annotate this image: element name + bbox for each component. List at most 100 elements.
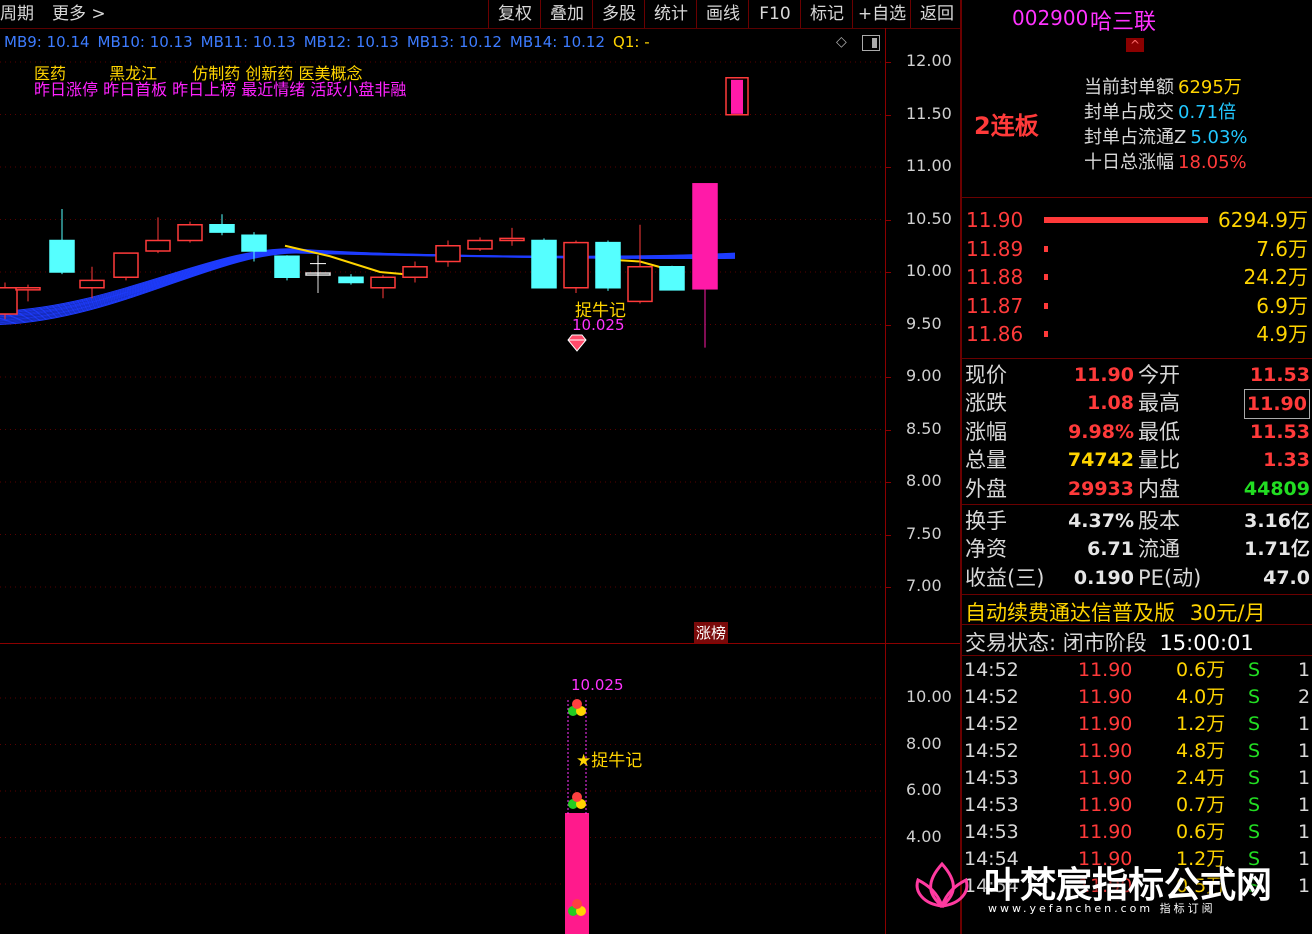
overlay-button[interactable]: 叠加 (540, 0, 593, 28)
quote-label: 量比 (1138, 448, 1180, 473)
quote-row: 外盘 29933 内盘 44809 (962, 475, 1312, 503)
mark-button[interactable]: 标记 (800, 0, 853, 28)
seal-stat-label: 封单占流通Z (1084, 127, 1187, 148)
price-tick (885, 272, 891, 273)
price-tick-label: 7.00 (906, 576, 942, 595)
quote-row: 涨幅 9.98% 最低 11.53 (962, 418, 1312, 446)
fund-label: 流通 (1138, 537, 1180, 562)
order-volume: 4.9万 (1256, 322, 1308, 346)
back-button[interactable]: 返回 (910, 0, 963, 28)
seal-stat-value: 6295万 (1178, 77, 1242, 98)
separator (962, 197, 1312, 198)
tick-side: S (1248, 659, 1261, 681)
fund-value: 3.16亿 (1244, 510, 1310, 532)
statistics-button[interactable]: 统计 (644, 0, 697, 28)
quote-value: 74742 (1067, 449, 1134, 472)
tick-volume: 4.0万 (1176, 686, 1226, 708)
quote-row: 现价 11.90 今开 11.53 (962, 361, 1312, 389)
price-tick (885, 377, 891, 378)
quote-label: 最低 (1138, 419, 1180, 444)
candle-body (402, 266, 428, 278)
tick-time: 14:52 (964, 740, 1019, 762)
tick-row: 14:53 11.90 0.6万 S 1 (962, 819, 1312, 846)
quote-value: 1.08 (1087, 392, 1134, 415)
promo-text: 自动续费通达信普及版 (965, 601, 1175, 625)
tick-row: 14:52 11.90 4.8万 S 1 (962, 738, 1312, 765)
price-tick-label: 10.00 (906, 261, 952, 280)
quote-value: 11.90 (1243, 389, 1310, 420)
seal-stat-row: 十日总涨幅 18.05% (1084, 149, 1247, 176)
price-tick (885, 534, 891, 536)
fund-label: 净资 (965, 537, 1007, 562)
price-tick (885, 324, 891, 326)
candle-body (177, 224, 203, 242)
price-tick (885, 219, 891, 221)
tick-row: 14:52 11.90 4.0万 S 2 (962, 684, 1312, 711)
quote-label: 外盘 (965, 476, 1007, 501)
candle-body (435, 245, 461, 263)
trade-status-time: 15:00:01 (1159, 631, 1254, 655)
tick-volume: 4.8万 (1176, 740, 1226, 762)
period-button[interactable]: 周期 (0, 0, 34, 28)
tick-time: 14:53 (964, 794, 1019, 816)
ball-icon (572, 699, 582, 709)
multi-stock-button[interactable]: 多股 (592, 0, 645, 28)
watermark: 叶梵宸指标公式网 www.yefanchen.com 指标订阅 (910, 850, 1312, 934)
price-tick (885, 167, 891, 168)
tick-time: 14:53 (964, 821, 1019, 843)
candlestick-chart[interactable] (0, 28, 885, 643)
order-volume-bar (1044, 274, 1048, 280)
separator (962, 358, 1312, 359)
sub-star-label: ★捉牛记 (576, 751, 643, 771)
price-tick-label: 8.50 (906, 418, 942, 438)
zhangbang-badge[interactable]: 涨榜 (694, 622, 729, 643)
order-price: 11.89 (966, 236, 1024, 261)
fuquan-button[interactable]: 复权 (488, 0, 541, 28)
fund-value: 6.71 (1087, 538, 1134, 561)
toolbar: 周期 更多 > 复权 叠加 多股 统计 画线 F10 标记 +自选 返回 (0, 0, 962, 29)
sub-bar (565, 813, 589, 934)
tick-side: S (1248, 767, 1261, 789)
fund-value: 4.37% (1068, 510, 1134, 532)
fundamental-row: 换手 4.37% 股本 3.16亿 (962, 507, 1312, 535)
sub-tick-label: 8.00 (906, 733, 942, 753)
fund-value: 0.190 (1073, 566, 1134, 589)
candle-body (370, 276, 396, 289)
order-book-row: 11.87 6.9万 (962, 292, 1312, 320)
order-book-row: 11.86 4.9万 (962, 320, 1312, 348)
sub-value-label: 10.025 (571, 676, 624, 694)
tick-count: 1 (1298, 821, 1311, 843)
price-tick-label: 7.50 (906, 523, 942, 543)
order-price: 11.87 (966, 293, 1024, 318)
tick-count: 1 (1298, 659, 1311, 681)
add-watchlist-button[interactable]: +自选 (852, 0, 911, 28)
tick-volume: 2.4万 (1176, 767, 1226, 789)
candle-body (113, 252, 139, 279)
sub-tick-label: 6.00 (906, 780, 942, 799)
volume-subchart[interactable] (0, 645, 885, 934)
candle-body (467, 239, 493, 250)
quote-table: 现价 11.90 今开 11.53 涨跌 1.08 最高 11.90 涨幅 9.98… (962, 361, 1312, 503)
fund-label: 收益(三) (965, 565, 1045, 590)
tick-price: 11.90 (1078, 767, 1133, 789)
order-price: 11.86 (966, 322, 1024, 346)
order-price: 11.90 (966, 208, 1024, 232)
fundamentals-table: 换手 4.37% 股本 3.16亿 净资 6.71 流通 1.71亿 收益(三) 0… (962, 507, 1312, 593)
seal-stat-value: 5.03% (1190, 127, 1248, 148)
promo-banner[interactable]: 自动续费通达信普及版 30元/月 (965, 597, 1265, 627)
f10-button[interactable]: F10 (748, 0, 801, 28)
tick-price: 11.90 (1078, 740, 1133, 762)
more-button[interactable]: 更多 > (52, 0, 106, 28)
quote-value: 11.53 (1249, 420, 1310, 443)
fund-label: 换手 (965, 509, 1007, 533)
seal-stat-row: 封单占流通Z 5.03% (1084, 124, 1248, 151)
price-tick-label: 10.50 (906, 208, 952, 228)
seal-stat-label: 当前封单额 (1084, 77, 1174, 98)
sub-tick-label: 4.00 (906, 826, 942, 846)
price-tick (885, 587, 891, 588)
trade-status-label: 交易状态: 闭市阶段 (965, 631, 1147, 655)
tick-time: 14:52 (964, 686, 1019, 708)
order-price: 11.88 (966, 265, 1024, 289)
draw-line-button[interactable]: 画线 (696, 0, 749, 28)
collapse-icon[interactable]: ^ (1126, 38, 1144, 52)
